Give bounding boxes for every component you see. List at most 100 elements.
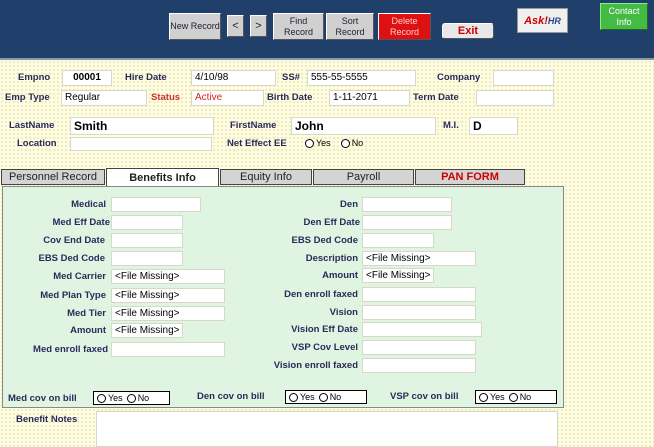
company-field[interactable] — [493, 70, 554, 86]
tab-equity-info[interactable]: Equity Info — [220, 169, 312, 185]
den-amount-label: Amount — [322, 270, 358, 281]
empno-field[interactable]: 00001 — [62, 70, 112, 86]
med-carrier-field[interactable]: <File Missing> — [111, 269, 225, 284]
den-enroll-faxed-field[interactable] — [362, 287, 476, 302]
benefit-notes-field[interactable] — [96, 411, 558, 447]
contact-info-button[interactable]: Contact Info — [600, 3, 648, 30]
benefit-notes-label: Benefit Notes — [16, 414, 78, 425]
description-label: Description — [305, 253, 358, 264]
med-cov-no-radio[interactable]: No — [126, 392, 150, 404]
tab-payroll[interactable]: Payroll — [313, 169, 414, 185]
vision-enroll-faxed-label: Vision enroll faxed — [273, 360, 358, 371]
vsp-cov-on-bill-radio-group: Yes No — [475, 390, 557, 404]
radio-circle-icon — [318, 393, 328, 403]
med-eff-date-field[interactable] — [111, 215, 183, 230]
net-effect-no-label: No — [351, 138, 364, 148]
den-cov-on-bill-label: Den cov on bill — [197, 391, 265, 402]
vsp-cov-level-field[interactable] — [362, 340, 476, 355]
med-cov-yes-radio[interactable]: Yes — [97, 392, 123, 404]
vsp-cov-on-bill-label: VSP cov on bill — [390, 391, 459, 402]
vsp-cov-level-label: VSP Cov Level — [291, 342, 358, 353]
status-field[interactable]: Active — [191, 90, 264, 106]
med-enroll-faxed-field[interactable] — [111, 342, 225, 357]
med-eff-date-label: Med Eff Date — [52, 217, 110, 228]
med-cov-on-bill-radio-group: Yes No — [93, 391, 170, 405]
med-enroll-faxed-label: Med enroll faxed — [33, 344, 108, 355]
medical-label: Medical — [71, 199, 106, 210]
net-effect-yes-radio[interactable]: Yes — [305, 138, 331, 149]
find-record-button[interactable]: Find Record — [273, 13, 324, 40]
den-label: Den — [340, 199, 358, 210]
den-amount-field[interactable]: <File Missing> — [362, 268, 434, 283]
med-plan-type-field[interactable]: <File Missing> — [111, 288, 225, 303]
previous-record-button[interactable]: < — [227, 15, 244, 37]
net-effect-yes-label: Yes — [316, 138, 331, 148]
hire-date-field[interactable]: 4/10/98 — [191, 70, 276, 86]
vision-enroll-faxed-field[interactable] — [362, 358, 476, 373]
vsp-cov-no-radio[interactable]: No — [508, 391, 532, 403]
med-plan-type-label: Med Plan Type — [40, 290, 106, 301]
radio-circle-icon — [508, 393, 518, 403]
net-effect-no-radio[interactable]: No — [340, 138, 364, 149]
mi-field[interactable]: D — [469, 117, 518, 135]
ssn-label: SS# — [282, 72, 300, 83]
med-tier-field[interactable]: <File Missing> — [111, 306, 225, 321]
radio-circle-icon — [97, 394, 106, 404]
cov-end-date-field[interactable] — [111, 233, 183, 248]
hire-date-label: Hire Date — [125, 72, 167, 83]
vision-field[interactable] — [362, 305, 476, 320]
description-field[interactable]: <File Missing> — [362, 251, 476, 266]
radio-circle-icon — [340, 139, 350, 149]
radio-circle-icon — [289, 393, 298, 403]
radio-circle-icon — [126, 394, 136, 404]
mi-label: M.I. — [443, 120, 459, 131]
tab-personnel-record[interactable]: Personnel Record — [1, 169, 105, 185]
den-ebs-ded-code-field[interactable] — [362, 233, 434, 248]
vsp-cov-yes-label: Yes — [490, 391, 505, 402]
den-ebs-ded-code-label: EBS Ded Code — [291, 235, 358, 246]
birth-date-field[interactable]: 1-11-2071 — [329, 90, 410, 106]
tab-pan-form[interactable]: PAN FORM — [415, 169, 525, 185]
last-name-field[interactable]: Smith — [70, 117, 214, 135]
term-date-label: Term Date — [413, 92, 459, 103]
med-tier-label: Med Tier — [67, 308, 106, 319]
med-carrier-label: Med Carrier — [53, 271, 106, 282]
location-label: Location — [17, 138, 57, 149]
emp-type-label: Emp Type — [5, 92, 50, 103]
med-ebs-ded-code-label: EBS Ded Code — [38, 253, 105, 264]
den-field[interactable] — [362, 197, 452, 212]
logo-ask-text: Ask! — [524, 14, 548, 27]
new-record-button[interactable]: New Record — [169, 13, 221, 40]
next-record-button[interactable]: > — [250, 15, 267, 37]
emp-type-field[interactable]: Regular — [61, 90, 147, 106]
delete-record-button[interactable]: Delete Record — [378, 13, 431, 40]
vision-eff-date-field[interactable] — [362, 322, 482, 337]
exit-button[interactable]: Exit — [442, 23, 494, 39]
status-label: Status — [151, 92, 181, 103]
net-effect-label: Net Effect EE — [227, 138, 287, 149]
den-cov-no-radio[interactable]: No — [318, 391, 342, 403]
first-name-label: FirstName — [230, 120, 277, 131]
sort-record-button[interactable]: Sort Record — [326, 13, 374, 40]
vsp-cov-yes-radio[interactable]: Yes — [479, 391, 505, 403]
cov-end-date-label: Cov End Date — [43, 235, 105, 246]
medical-field[interactable] — [111, 197, 201, 212]
location-field[interactable] — [70, 137, 212, 151]
den-enroll-faxed-label: Den enroll faxed — [284, 289, 358, 300]
radio-circle-icon — [479, 393, 488, 403]
term-date-field[interactable] — [476, 90, 554, 106]
med-amount-label: Amount — [70, 325, 106, 336]
den-eff-date-field[interactable] — [362, 215, 452, 230]
vsp-cov-no-label: No — [519, 391, 532, 402]
tab-benefits-info[interactable]: Benefits Info — [106, 168, 219, 187]
ssn-field[interactable]: 555-55-5555 — [307, 70, 416, 86]
net-effect-radio-group: Yes No — [305, 138, 364, 149]
vision-eff-date-label: Vision Eff Date — [291, 324, 358, 335]
med-cov-yes-label: Yes — [108, 392, 123, 403]
med-amount-field[interactable]: <File Missing> — [111, 323, 183, 338]
first-name-field[interactable]: John — [291, 117, 436, 135]
den-cov-yes-radio[interactable]: Yes — [289, 392, 315, 403]
med-cov-no-label: No — [137, 392, 150, 403]
den-cov-no-label: No — [329, 391, 342, 402]
med-ebs-ded-code-field[interactable] — [111, 251, 183, 266]
